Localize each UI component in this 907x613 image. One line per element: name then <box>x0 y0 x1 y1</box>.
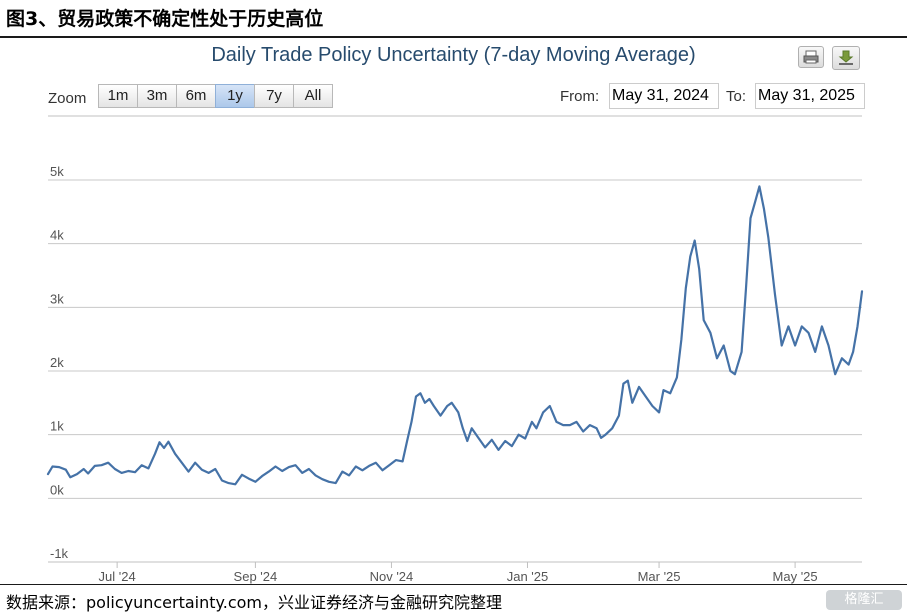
y-tick-label: -1k <box>50 546 69 561</box>
x-tick-label: Sep '24 <box>234 569 278 584</box>
y-tick-label: 1k <box>50 419 64 434</box>
x-tick-label: May '25 <box>773 569 818 584</box>
y-tick-label: 0k <box>50 482 64 497</box>
bottom-rule <box>0 584 907 585</box>
x-tick-label: Nov '24 <box>370 569 414 584</box>
series-line <box>46 185 864 486</box>
y-tick-label: 2k <box>50 355 64 370</box>
y-tick-label: 4k <box>50 228 64 243</box>
x-tick-label: Jul '24 <box>99 569 136 584</box>
axis-layer: -1k 0k 1k 2k 3k 4k 5k Jul '24 Sep '24 Nov '24 Jan … <box>48 164 862 584</box>
line-chart: -1k 0k 1k 2k 3k 4k 5k Jul '24 Sep '24 Nov '24 Jan … <box>46 115 864 584</box>
source-note: 数据来源：policyuncertainty.com，兴业证券经济与金融研究院整… <box>6 593 502 612</box>
series-layer <box>46 185 864 486</box>
y-tick-label: 3k <box>50 291 64 306</box>
x-tick-label: Mar '25 <box>638 569 681 584</box>
watermark: 格隆汇 <box>826 590 902 610</box>
grid-layer <box>48 115 862 563</box>
y-tick-label: 5k <box>50 164 64 179</box>
x-tick-label: Jan '25 <box>507 569 549 584</box>
